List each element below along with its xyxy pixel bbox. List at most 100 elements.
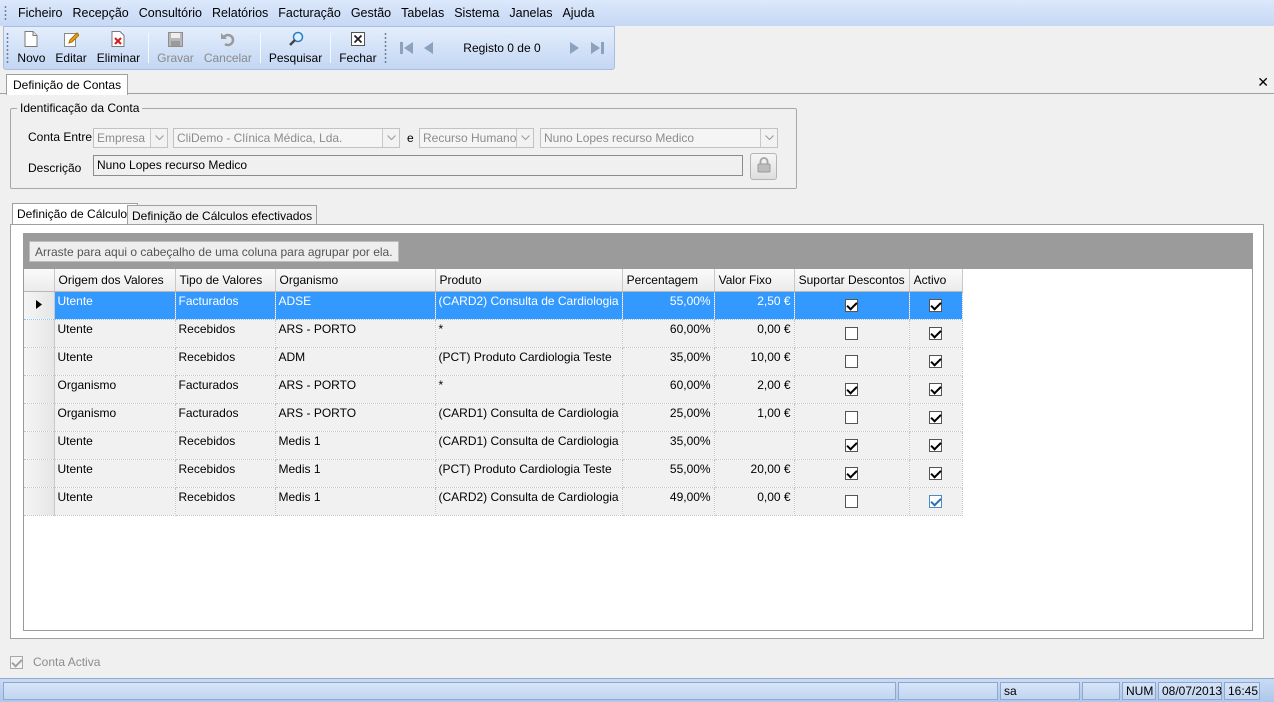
- menu-relatorios[interactable]: Relatórios: [207, 6, 273, 20]
- cell-valor-fixo[interactable]: 2,50 €: [714, 291, 795, 320]
- cell-percentagem[interactable]: 35,00%: [622, 431, 715, 460]
- cell-organismo[interactable]: ADSE: [275, 291, 436, 320]
- pesquisar-button[interactable]: Pesquisar: [264, 27, 327, 69]
- menu-consultorio[interactable]: Consultório: [134, 6, 207, 20]
- table-row[interactable]: Utente Recebidos Medis 1 (CARD2) Consulta d…: [24, 487, 963, 516]
- cancelar-button[interactable]: Cancelar: [199, 27, 257, 69]
- menu-ficheiro[interactable]: Ficheiro: [13, 6, 67, 20]
- conta-activa-checkbox[interactable]: Conta Activa: [10, 655, 100, 669]
- cell-organismo[interactable]: ARS - PORTO: [275, 403, 436, 432]
- cell-activo[interactable]: [909, 319, 963, 348]
- gravar-button[interactable]: Gravar: [152, 27, 199, 69]
- cell-valor-fixo[interactable]: 1,00 €: [714, 403, 795, 432]
- editar-button[interactable]: Editar: [50, 27, 91, 69]
- cell-organismo[interactable]: Medis 1: [275, 431, 436, 460]
- previous-record-icon[interactable]: [421, 40, 437, 56]
- fechar-button[interactable]: Fechar: [334, 27, 381, 69]
- descontos-checkbox[interactable]: [845, 495, 859, 509]
- cell-percentagem[interactable]: 60,00%: [622, 319, 715, 348]
- group-by-hint[interactable]: Arraste para aqui o cabeçalho de uma col…: [29, 241, 399, 262]
- cell-suportar-descontos[interactable]: [794, 431, 910, 460]
- cell-activo[interactable]: [909, 291, 963, 320]
- cell-activo[interactable]: [909, 487, 963, 516]
- cell-origem[interactable]: Utente: [54, 347, 176, 376]
- eliminar-button[interactable]: Eliminar: [92, 27, 145, 69]
- cell-organismo[interactable]: Medis 1: [275, 487, 436, 516]
- cell-valor-fixo[interactable]: 2,00 €: [714, 375, 795, 404]
- row-indicator[interactable]: [24, 291, 55, 320]
- activo-checkbox[interactable]: [929, 467, 943, 481]
- cell-tipo[interactable]: Recebidos: [175, 459, 276, 488]
- cell-produto[interactable]: (PCT) Produto Cardiologia Teste: [435, 459, 623, 488]
- cell-percentagem[interactable]: 55,00%: [622, 291, 715, 320]
- next-record-icon[interactable]: [567, 40, 583, 56]
- cell-origem[interactable]: Utente: [54, 319, 176, 348]
- header-activo[interactable]: Activo: [909, 269, 963, 292]
- cell-organismo[interactable]: Medis 1: [275, 459, 436, 488]
- activo-checkbox[interactable]: [929, 299, 943, 313]
- table-row[interactable]: Utente Recebidos ADM (PCT) Produto Cardiolo…: [24, 347, 963, 376]
- menu-gestao[interactable]: Gestão: [346, 6, 396, 20]
- table-row[interactable]: Utente Facturados ADSE (CARD2) Consulta de …: [24, 291, 963, 320]
- row-indicator[interactable]: [24, 375, 55, 404]
- activo-checkbox[interactable]: [929, 327, 943, 341]
- cell-tipo[interactable]: Recebidos: [175, 319, 276, 348]
- row-indicator[interactable]: [24, 347, 55, 376]
- tipo2-select[interactable]: Recurso Humano: [419, 128, 534, 148]
- cell-valor-fixo[interactable]: 0,00 €: [714, 319, 795, 348]
- cell-tipo[interactable]: Facturados: [175, 403, 276, 432]
- descontos-checkbox[interactable]: [845, 299, 859, 313]
- last-record-icon[interactable]: [589, 40, 605, 56]
- cell-produto[interactable]: (PCT) Produto Cardiologia Teste: [435, 347, 623, 376]
- tab-definicao-calculos-efectivados[interactable]: Definição de Cálculos efectivados: [127, 205, 318, 226]
- entidade2-select[interactable]: Nuno Lopes recurso Medico: [540, 128, 778, 148]
- header-organismo[interactable]: Organismo: [275, 269, 436, 292]
- tab-definicao-contas[interactable]: Definição de Contas: [6, 74, 129, 95]
- cell-tipo[interactable]: Recebidos: [175, 431, 276, 460]
- header-tipo[interactable]: Tipo de Valores: [175, 269, 276, 292]
- cell-percentagem[interactable]: 25,00%: [622, 403, 715, 432]
- menu-recepcao[interactable]: Recepção: [67, 6, 133, 20]
- cell-produto[interactable]: *: [435, 375, 623, 404]
- lock-button[interactable]: [750, 153, 777, 180]
- cell-percentagem[interactable]: 60,00%: [622, 375, 715, 404]
- cell-origem[interactable]: Utente: [54, 431, 176, 460]
- cell-activo[interactable]: [909, 431, 963, 460]
- header-produto[interactable]: Produto: [435, 269, 623, 292]
- cell-origem[interactable]: Organismo: [54, 375, 176, 404]
- menu-facturacao[interactable]: Facturação: [273, 6, 346, 20]
- row-indicator[interactable]: [24, 319, 55, 348]
- cell-suportar-descontos[interactable]: [794, 487, 910, 516]
- cell-suportar-descontos[interactable]: [794, 347, 910, 376]
- cell-suportar-descontos[interactable]: [794, 291, 910, 320]
- descricao-input[interactable]: Nuno Lopes recurso Medico: [93, 155, 743, 176]
- header-percentagem[interactable]: Percentagem: [622, 269, 715, 292]
- cell-suportar-descontos[interactable]: [794, 375, 910, 404]
- cell-valor-fixo[interactable]: 20,00 €: [714, 459, 795, 488]
- activo-checkbox[interactable]: [929, 495, 943, 509]
- cell-percentagem[interactable]: 35,00%: [622, 347, 715, 376]
- menu-tabelas[interactable]: Tabelas: [396, 6, 449, 20]
- cell-percentagem[interactable]: 49,00%: [622, 487, 715, 516]
- cell-activo[interactable]: [909, 375, 963, 404]
- table-row[interactable]: Organismo Facturados ARS - PORTO (CARD1) Co…: [24, 403, 963, 432]
- header-suportar-descontos[interactable]: Suportar Descontos: [794, 269, 910, 292]
- first-record-icon[interactable]: [399, 40, 415, 56]
- row-indicator[interactable]: [24, 459, 55, 488]
- table-row[interactable]: Organismo Facturados ARS - PORTO * 60,00% 2,0…: [24, 375, 963, 404]
- activo-checkbox[interactable]: [929, 439, 943, 453]
- cell-tipo[interactable]: Recebidos: [175, 487, 276, 516]
- row-indicator[interactable]: [24, 431, 55, 460]
- cell-suportar-descontos[interactable]: [794, 403, 910, 432]
- header-valor-fixo[interactable]: Valor Fixo: [714, 269, 795, 292]
- activo-checkbox[interactable]: [929, 355, 943, 369]
- conta-activa-check[interactable]: [10, 655, 23, 669]
- activo-checkbox[interactable]: [929, 383, 943, 397]
- table-row[interactable]: Utente Recebidos Medis 1 (PCT) Produto Card…: [24, 459, 963, 488]
- activo-checkbox[interactable]: [929, 411, 943, 425]
- cell-suportar-descontos[interactable]: [794, 459, 910, 488]
- close-icon[interactable]: ✕: [1257, 74, 1269, 91]
- novo-button[interactable]: Novo: [12, 27, 50, 69]
- descontos-checkbox[interactable]: [845, 383, 859, 397]
- cell-produto[interactable]: (CARD2) Consulta de Cardiologia: [435, 291, 623, 320]
